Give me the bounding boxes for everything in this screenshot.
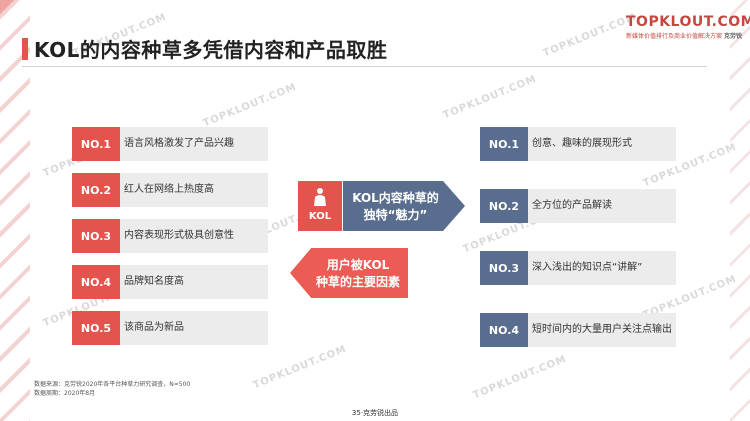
right-list-item: NO.2 全方位的产品解读 [480, 189, 676, 223]
left-list-item: NO.3 内容表现形式极具创意性 [72, 219, 268, 253]
right-list-item: NO.3 深入浅出的知识点“讲解” [480, 251, 676, 285]
rank-badge: NO.5 [72, 311, 120, 345]
list-item-text: 短时间内的大量用户关注点输出 [532, 324, 672, 335]
watermark: TOPKLOUT.COM [471, 353, 569, 402]
source-note: 数据来源：克劳锐2020年各平台种草力研究调查，N=500 数据周期：2020年… [34, 380, 190, 398]
title-divider [22, 66, 707, 67]
logo-tagline: 新媒体价值排行及商业价值解决方案 克劳锐 [626, 31, 742, 40]
left-list-item: NO.1 语言风格激发了产品兴趣 [72, 127, 268, 161]
blue-arrow-text: KOL内容种草的 独特“魅力” [343, 181, 448, 231]
list-item-text: 创意、趣味的展现形式 [532, 138, 632, 149]
watermark: TOPKLOUT.COM [251, 343, 349, 392]
logo-tagline-text: 新媒体价值排行及商业价值解决方案 [626, 33, 723, 40]
list-item-text: 语言风格激发了产品兴趣 [124, 138, 234, 149]
list-item-text: 该商品为新品 [124, 322, 184, 333]
rank-badge: NO.3 [72, 219, 120, 253]
logo-cn-name: 克劳锐 [723, 33, 742, 40]
watermark: TOPKLOUT.COM [201, 81, 299, 130]
page-title: KOL的内容种草多凭借内容和产品取胜 [34, 38, 388, 62]
red-arrow-line1: 用户被KOL [326, 258, 390, 272]
kol-label: KOL [308, 211, 332, 222]
page-number: 35·克劳锐出品 [351, 409, 399, 417]
list-item-text: 红人在网络上热度高 [124, 184, 214, 195]
blue-arrow-line2: 独特“魅力” [363, 208, 428, 222]
blue-arrow-line1: KOL内容种草的 [352, 191, 439, 205]
red-arrow-text: 用户被KOL 种草的主要因素 [308, 248, 408, 298]
rank-badge: NO.2 [72, 173, 120, 207]
watermark: TOPKLOUT.COM [541, 11, 639, 60]
left-list-item: NO.4 品牌知名度高 [72, 265, 268, 299]
decorative-stripes-right [730, 0, 750, 421]
watermark: TOPKLOUT.COM [441, 73, 539, 122]
title-accent-bar [22, 38, 28, 60]
list-item-text: 全方位的产品解读 [532, 200, 612, 211]
red-arrow-line2: 种草的主要因素 [315, 275, 400, 289]
decorative-stripes-left [0, 0, 30, 421]
rank-badge: NO.1 [480, 127, 528, 161]
kol-badge: KOL [298, 181, 342, 231]
rank-badge: NO.4 [72, 265, 120, 299]
right-list-item: NO.1 创意、趣味的展现形式 [480, 127, 676, 161]
right-list-item: NO.4 短时间内的大量用户关注点输出 [480, 313, 676, 347]
rank-badge: NO.4 [480, 313, 528, 347]
list-item-text: 品牌知名度高 [124, 276, 184, 287]
source-text: 数据来源：克劳锐2020年各平台种草力研究调查，N=500 [34, 381, 191, 388]
logo-brand-text: TOPKLOUT.COM [626, 14, 750, 30]
rank-badge: NO.2 [480, 189, 528, 223]
rank-badge: NO.3 [480, 251, 528, 285]
left-list-item: NO.2 红人在网络上热度高 [72, 173, 268, 207]
brand-logo: TOPKLOUT.COM 新媒体价值排行及商业价值解决方案 克劳锐 [626, 14, 750, 40]
left-list-item: NO.5 该商品为新品 [72, 311, 268, 345]
list-item-text: 深入浅出的知识点“讲解” [532, 262, 643, 273]
rank-badge: NO.1 [72, 127, 120, 161]
list-item-text: 内容表现形式极具创意性 [124, 230, 234, 241]
period-text: 数据周期：2020年8月 [34, 390, 96, 397]
person-icon [314, 188, 326, 206]
